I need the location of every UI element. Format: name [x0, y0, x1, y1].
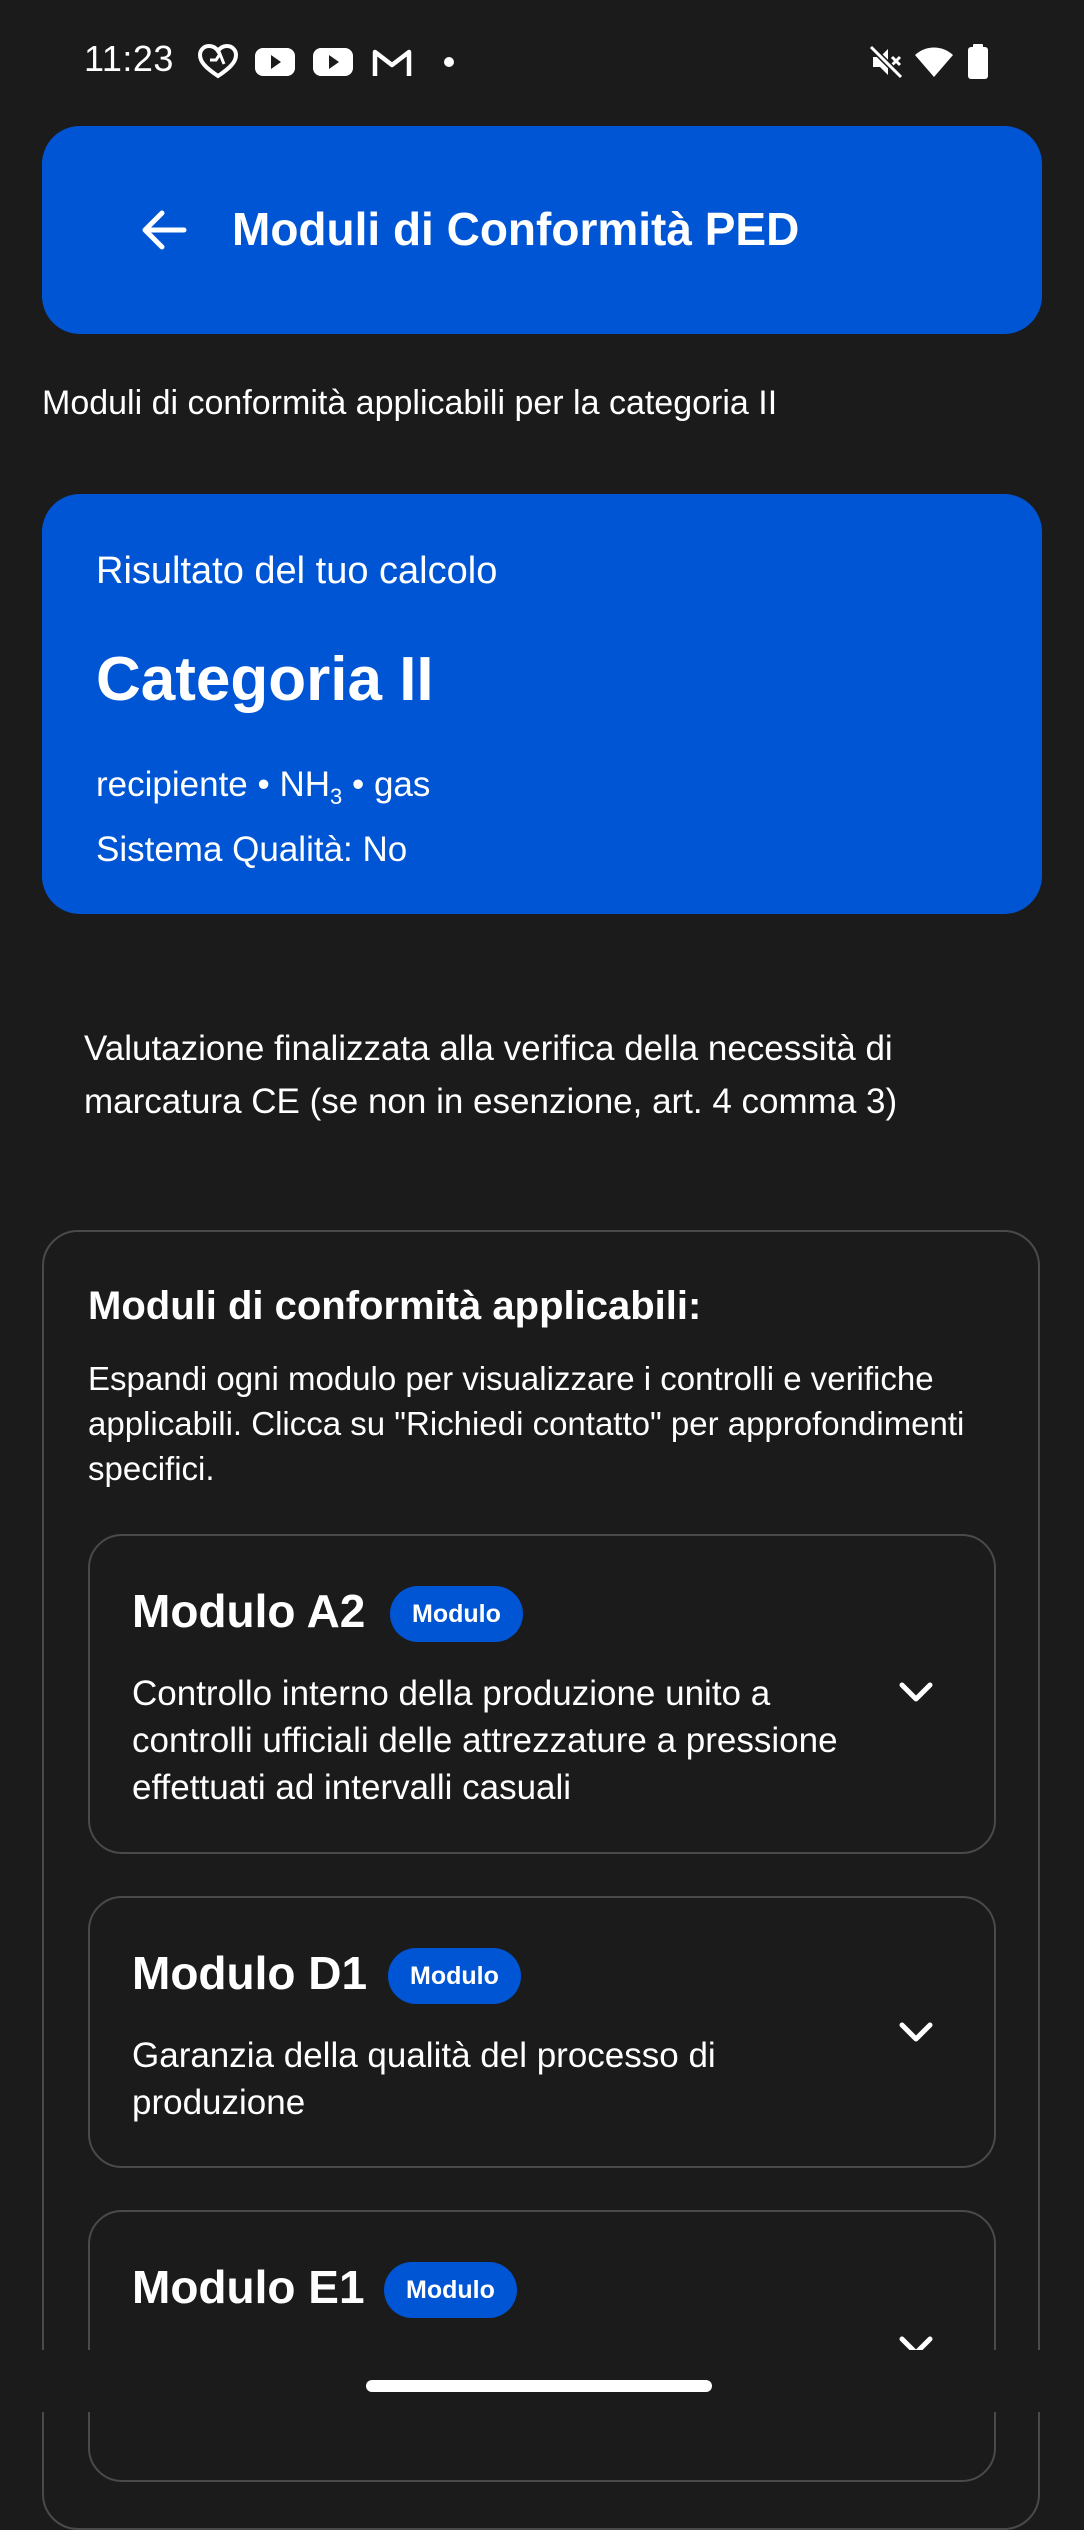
result-quality-line: Sistema Qualità: No: [96, 830, 408, 869]
module-badge: Modulo: [388, 1948, 521, 2004]
modules-section: Moduli di conformità applicabili: Espand…: [42, 1230, 1040, 2530]
status-time: 11:23: [84, 38, 174, 79]
page-title: Moduli di Conformità PED: [232, 203, 800, 255]
module-description: Controllo interno della produzione unito…: [132, 1674, 838, 1807]
youtube-icon-2: [313, 48, 353, 76]
home-indicator[interactable]: [366, 2380, 712, 2392]
wifi-icon: [915, 47, 953, 77]
module-card-a2[interactable]: Modulo A2 Modulo Controllo interno della…: [88, 1534, 996, 1854]
top-app-bar: Moduli di Conformità PED: [42, 126, 1042, 334]
result-type-suffix: • gas: [342, 765, 431, 804]
result-category: Categoria II: [96, 645, 434, 714]
result-type-line: recipiente • NH3 • gas: [96, 758, 430, 823]
evaluation-note: Valutazione finalizzata alla verifica de…: [84, 1029, 898, 1121]
result-details: recipiente • NH3 • gas Sistema Qualità: …: [96, 758, 430, 876]
module-description: Garanzia della qualità del processo di p…: [132, 2036, 716, 2122]
page-subtitle: Moduli di conformità applicabili per la …: [42, 384, 778, 422]
module-card-e1[interactable]: Modulo E1 Modulo: [88, 2210, 996, 2482]
chevron-down-icon[interactable]: [892, 2008, 940, 2056]
back-arrow-icon: [142, 210, 187, 250]
more-notifications-dot-icon: [444, 57, 454, 67]
back-button[interactable]: [114, 180, 214, 280]
youtube-icon: [255, 48, 295, 76]
status-bar: 11:23: [0, 0, 1084, 120]
result-type-subscript: 3: [330, 784, 343, 809]
health-app-icon: [198, 44, 238, 79]
module-name: Modulo A2: [132, 1585, 366, 1637]
battery-icon: [968, 44, 988, 79]
module-name: Modulo D1: [132, 1947, 368, 1999]
gmail-icon: [372, 49, 412, 76]
modules-section-title: Moduli di conformità applicabili:: [88, 1284, 702, 1328]
module-name: Modulo E1: [132, 2261, 365, 2313]
result-card: Risultato del tuo calcolo Categoria II r…: [42, 494, 1042, 914]
modules-section-description: Espandi ogni modulo per visualizzare i c…: [88, 1360, 965, 1487]
module-badge: Modulo: [390, 1586, 523, 1642]
module-badge: Modulo: [384, 2262, 517, 2318]
mute-icon: [868, 44, 904, 80]
chevron-down-icon[interactable]: [892, 1668, 940, 1716]
module-card-d1[interactable]: Modulo D1 Modulo Garanzia della qualità …: [88, 1896, 996, 2168]
result-type-prefix: recipiente • NH: [96, 765, 331, 804]
result-label: Risultato del tuo calcolo: [96, 550, 498, 592]
